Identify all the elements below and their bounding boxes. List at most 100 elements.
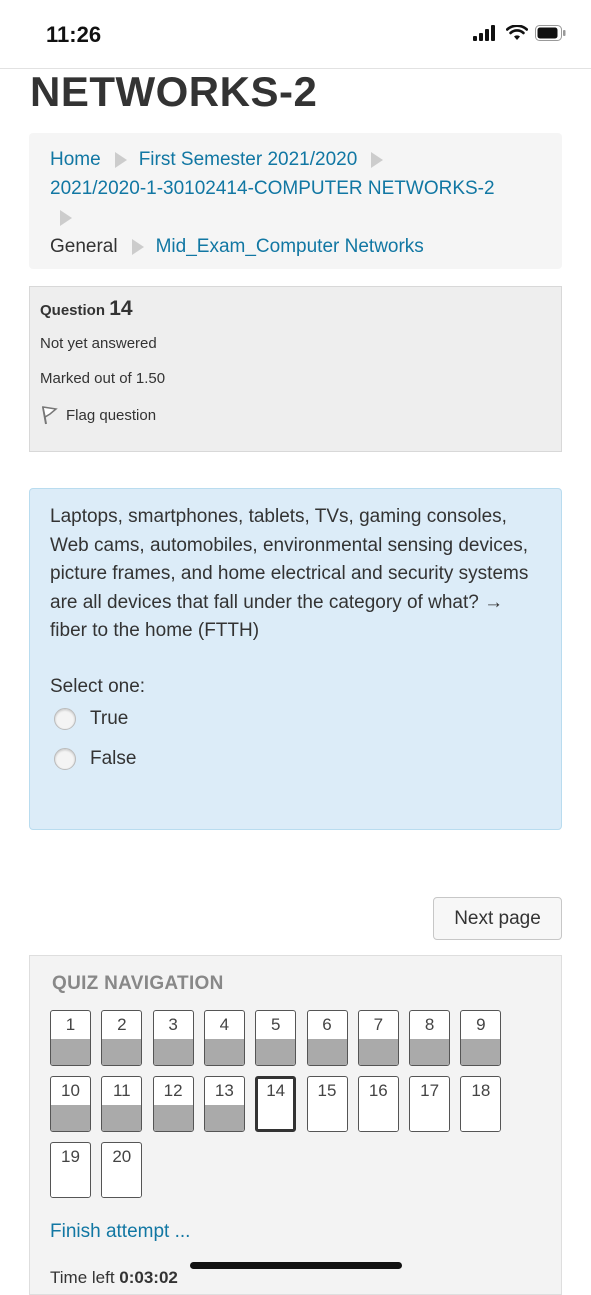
quiz-nav-button-number: 19 — [61, 1147, 80, 1166]
quiz-nav-button-number: 18 — [471, 1081, 491, 1100]
quiz-nav-button[interactable]: 5 — [255, 1010, 297, 1066]
quiz-nav-button-number: 6 — [322, 1015, 332, 1034]
quiz-nav-button[interactable]: 11 — [101, 1076, 143, 1132]
battery-icon — [535, 25, 566, 41]
quiz-nav-button[interactable]: 2 — [101, 1010, 143, 1066]
breadcrumb: Home First Semester 2021/2020 2021/2020-1… — [29, 133, 562, 269]
question-info-panel: Question 14 Not yet answered Marked out … — [29, 286, 562, 452]
quiz-nav-button-state — [204, 1039, 244, 1065]
quiz-nav-button[interactable]: 12 — [152, 1076, 194, 1132]
quiz-nav-button-state — [461, 1105, 501, 1131]
quiz-nav-button-state — [102, 1039, 142, 1065]
flag-question-label: Flag question — [66, 406, 157, 424]
status-time: 11:26 — [46, 22, 102, 47]
quiz-nav-button-number: 5 — [270, 1015, 281, 1034]
quiz-nav-button[interactable]: 1 — [50, 1010, 91, 1066]
quiz-nav-button-state — [410, 1105, 450, 1131]
quiz-nav-button[interactable]: 17 — [409, 1076, 451, 1132]
quiz-nav-button[interactable]: 15 — [306, 1076, 348, 1132]
quiz-nav-button-state — [51, 1039, 90, 1065]
quiz-nav-button-number: 17 — [420, 1081, 440, 1100]
quiz-nav-button[interactable]: 18 — [460, 1076, 502, 1132]
breadcrumb-separator-icon — [60, 209, 72, 226]
quiz-navigation-title: QUIZ NAVIGATION — [52, 973, 224, 994]
time-left-label: Time left — [50, 1268, 115, 1287]
status-icons — [473, 25, 567, 41]
quiz-nav-button-number: 20 — [112, 1147, 132, 1166]
flag-question-button[interactable]: Flag question — [40, 405, 551, 425]
course-title: NETWORKS-2 — [30, 68, 318, 115]
quiz-nav-button-state — [307, 1105, 347, 1131]
quiz-nav-button-number: 12 — [163, 1081, 183, 1100]
quiz-nav-button-state — [461, 1039, 501, 1065]
quiz-nav-button[interactable]: 7 — [357, 1010, 399, 1066]
quiz-nav-button-number: 1 — [65, 1015, 76, 1034]
quiz-nav-button[interactable]: 13 — [203, 1076, 245, 1132]
quiz-navigation-panel: QUIZ NAVIGATION Finish attempt ... Time … — [29, 955, 562, 1295]
quiz-nav-button-state — [204, 1105, 244, 1131]
finish-attempt-link[interactable]: Finish attempt ... — [50, 1221, 190, 1243]
quiz-nav-button-number: 3 — [168, 1015, 178, 1034]
quiz-nav-button-number: 7 — [373, 1015, 384, 1034]
answer-prompt: Select one: — [50, 675, 146, 697]
breadcrumb-home-link[interactable]: Home — [50, 149, 101, 170]
time-left: Time left 0:03:02 — [50, 1268, 178, 1288]
quiz-nav-button[interactable]: 6 — [306, 1010, 348, 1066]
quiz-nav-button-number: 9 — [476, 1015, 486, 1034]
cellular-signal-icon — [473, 25, 495, 41]
breadcrumb-semester-link[interactable]: First Semester 2021/2020 — [139, 149, 358, 170]
quiz-nav-button-number: 10 — [61, 1081, 80, 1100]
quiz-nav-button[interactable]: 8 — [409, 1010, 451, 1066]
quiz-nav-button-state — [358, 1105, 398, 1131]
question-formulation: Laptops, smartphones, tablets, TVs, gami… — [29, 488, 562, 830]
answer-option-label: True — [90, 707, 129, 729]
breadcrumb-separator-icon — [131, 238, 144, 255]
question-label: Question — [40, 302, 106, 319]
radio-button[interactable] — [54, 707, 76, 730]
breadcrumb-quiz-link[interactable]: Mid_Exam_Computer Networks — [156, 236, 424, 257]
quiz-nav-button-number: 4 — [219, 1015, 230, 1034]
quiz-nav-button-state — [51, 1171, 90, 1197]
answer-option-false[interactable]: False — [50, 747, 541, 770]
quiz-nav-button-state — [102, 1171, 142, 1197]
question-text: Laptops, smartphones, tablets, TVs, gami… — [50, 506, 529, 642]
question-number-value: 14 — [109, 297, 133, 320]
status-bar: 11:26 — [0, 0, 591, 69]
breadcrumb-separator-icon — [114, 151, 127, 168]
radio-button[interactable] — [54, 747, 76, 770]
quiz-nav-button[interactable]: 16 — [357, 1076, 399, 1132]
breadcrumb-section[interactable]: General — [50, 236, 118, 257]
time-left-value: 0:03:02 — [119, 1268, 178, 1287]
quiz-nav-button-state — [153, 1039, 193, 1065]
quiz-nav-button[interactable]: 4 — [203, 1010, 245, 1066]
answer-option-label: False — [90, 747, 137, 769]
next-page-button[interactable]: Next page — [433, 897, 562, 940]
question-state: Not yet answered — [40, 335, 157, 352]
quiz-nav-button-state — [258, 1103, 294, 1129]
quiz-nav-button-number: 16 — [368, 1081, 388, 1100]
answer-option-true[interactable]: True — [50, 707, 541, 730]
quiz-nav-button-state — [51, 1105, 90, 1131]
quiz-nav-button-number: 14 — [266, 1081, 286, 1100]
home-indicator[interactable] — [190, 1262, 402, 1269]
quiz-nav-button-number: 13 — [214, 1081, 234, 1100]
quiz-nav-button-number: 2 — [117, 1015, 127, 1034]
quiz-nav-button[interactable]: 3 — [152, 1010, 194, 1066]
question-number: Question 14 — [40, 297, 551, 321]
flag-icon — [42, 406, 58, 425]
quiz-nav-button-number: 11 — [112, 1081, 131, 1100]
quiz-nav-button-state — [153, 1105, 193, 1131]
wifi-icon — [506, 25, 528, 40]
quiz-nav-button[interactable]: 14 — [255, 1076, 297, 1132]
quiz-nav-button-state — [256, 1039, 296, 1065]
quiz-nav-button-state — [358, 1039, 398, 1065]
quiz-nav-button[interactable]: 19 — [50, 1142, 91, 1198]
quiz-nav-button-state — [102, 1105, 142, 1131]
quiz-nav-button-state — [410, 1039, 450, 1065]
quiz-nav-button-state — [307, 1039, 347, 1065]
quiz-nav-button[interactable]: 10 — [50, 1076, 91, 1132]
quiz-nav-button[interactable]: 9 — [460, 1010, 502, 1066]
quiz-nav-button[interactable]: 20 — [101, 1142, 143, 1198]
breadcrumb-course-link[interactable]: 2021/2020-1-30102414-COMPUTER NETWORKS-2 — [50, 178, 495, 199]
question-grade: Marked out of 1.50 — [40, 370, 166, 387]
